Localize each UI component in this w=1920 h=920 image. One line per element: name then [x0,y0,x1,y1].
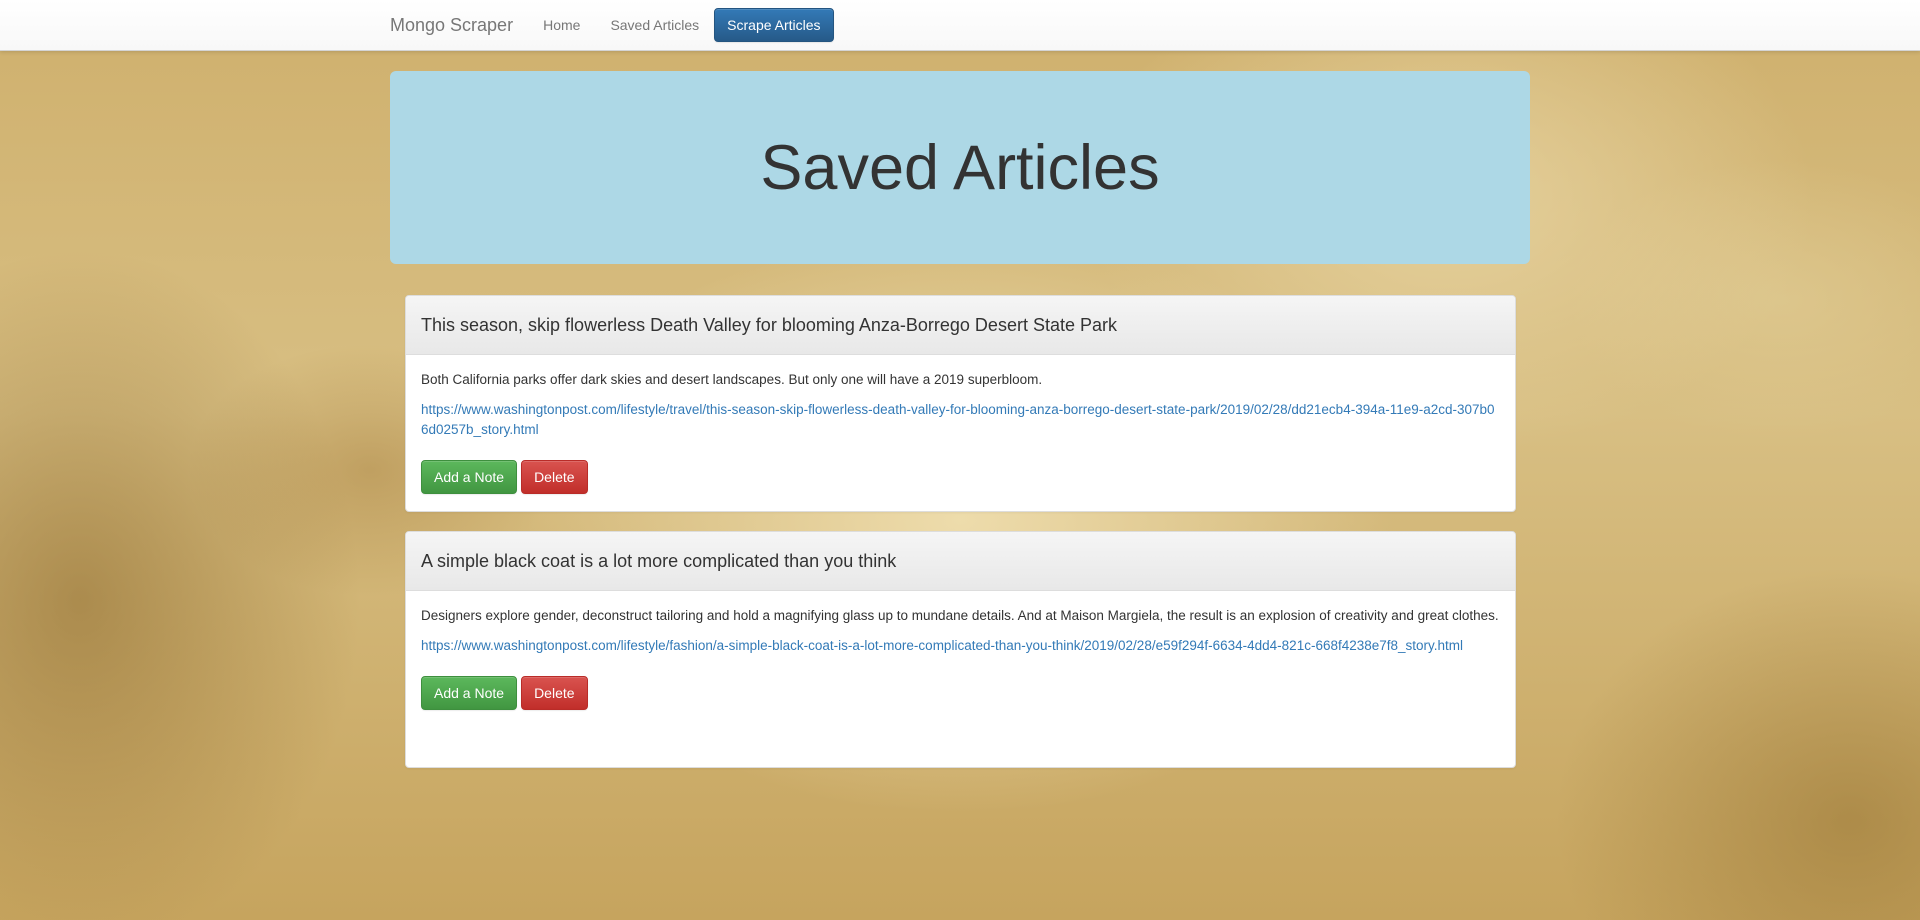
article-card-heading: A simple black coat is a lot more compli… [406,532,1515,591]
article-card-body: Designers explore gender, deconstruct ta… [406,591,1515,725]
article-card-heading: This season, skip flowerless Death Valle… [406,296,1515,355]
delete-button[interactable]: Delete [521,460,588,494]
top-navbar: Mongo Scraper Home Saved Articles Scrape… [0,0,1920,51]
navbar-brand[interactable]: Mongo Scraper [390,0,528,50]
article-link[interactable]: https://www.washingtonpost.com/lifestyle… [421,636,1500,656]
article-summary: Both California parks offer dark skies a… [421,372,1043,387]
article-card: A simple black coat is a lot more compli… [405,531,1516,768]
article-card-body: Both California parks offer dark skies a… [406,355,1515,509]
jumbotron-header: Saved Articles [390,71,1530,264]
navbar-container: Mongo Scraper Home Saved Articles Scrape… [390,0,834,50]
add-note-button[interactable]: Add a Note [421,676,518,710]
page-title: Saved Articles [760,132,1160,203]
article-title: This season, skip flowerless Death Valle… [421,314,1117,335]
article-link[interactable]: https://www.washingtonpost.com/lifestyle… [421,400,1500,440]
delete-button[interactable]: Delete [521,676,588,710]
scrape-articles-button[interactable]: Scrape Articles [714,8,834,42]
nav-link-home[interactable]: Home [528,0,595,50]
article-title: A simple black coat is a lot more compli… [421,550,897,571]
article-actions: Add a Note Delete [421,676,1500,710]
article-summary: Designers explore gender, deconstruct ta… [421,608,1499,623]
nav-link-saved-articles[interactable]: Saved Articles [595,0,714,50]
article-actions: Add a Note Delete [421,460,1500,494]
article-card: This season, skip flowerless Death Valle… [405,295,1516,512]
add-note-button[interactable]: Add a Note [421,460,518,494]
